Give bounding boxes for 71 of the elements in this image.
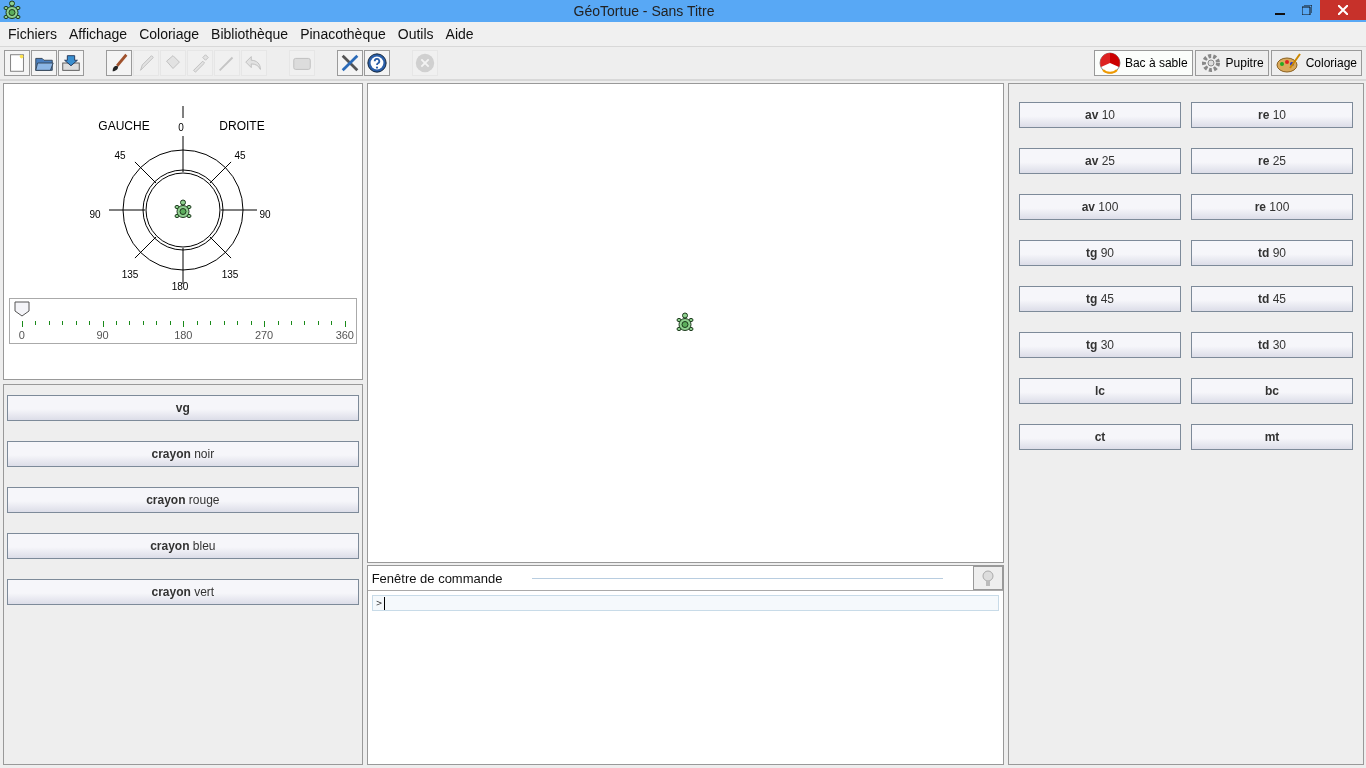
toolbar-button[interactable]: [31, 50, 57, 76]
save-icon: [60, 52, 82, 74]
close-button[interactable]: [1320, 0, 1366, 20]
command-button[interactable]: re 10: [1191, 102, 1353, 128]
toolbar-button[interactable]: [106, 50, 132, 76]
turtle-icon: [174, 200, 191, 218]
command-button[interactable]: crayon noir: [7, 441, 359, 467]
toolbar-button[interactable]: [364, 50, 390, 76]
slider-label: 270: [254, 329, 274, 341]
command-button[interactable]: re 100: [1191, 194, 1353, 220]
command-button[interactable]: bc: [1191, 378, 1353, 404]
stop-icon: [414, 52, 436, 74]
lightbulb-button[interactable]: [973, 566, 1003, 590]
palette-icon: [1275, 52, 1302, 74]
angle-label: 180: [171, 281, 189, 292]
minimize-icon: [1274, 13, 1285, 15]
command-button[interactable]: av 25: [1019, 148, 1181, 174]
close-icon: [1338, 5, 1348, 15]
command-button[interactable]: mt: [1191, 424, 1353, 450]
angle-label: 135: [121, 269, 139, 280]
right-label: DROITE: [219, 119, 265, 133]
command-button[interactable]: ct: [1019, 424, 1181, 450]
slider-label: 180: [174, 329, 193, 341]
menu-item[interactable]: Coloriage: [133, 26, 206, 42]
command-button[interactable]: crayon vert: [7, 579, 359, 605]
restore-icon: [1301, 5, 1312, 15]
gear-icon: [1199, 52, 1222, 74]
menu-item[interactable]: Bibliothèque: [205, 26, 295, 42]
menu-item[interactable]: Fichiers: [2, 26, 63, 42]
command-button[interactable]: vg: [7, 395, 359, 421]
angle-slider[interactable]: 0 90 180 270 360: [8, 298, 357, 344]
slider-label: 0: [18, 329, 25, 341]
menu-item[interactable]: Outils: [391, 26, 440, 42]
angle-label: 135: [221, 269, 239, 280]
lightbulb-icon: [980, 568, 996, 588]
angle-label: 90: [89, 209, 101, 220]
command-button[interactable]: crayon bleu: [7, 533, 359, 559]
help-icon: [366, 52, 388, 74]
toolbar-button[interactable]: [58, 50, 84, 76]
command-button[interactable]: av 100: [1019, 194, 1181, 220]
command-window-title: Fenêtre de commande: [371, 570, 503, 586]
menu-item[interactable]: Pinacothèque: [294, 26, 392, 42]
app-icon: [2, 0, 22, 22]
slider-label: 360: [335, 329, 354, 341]
command-button[interactable]: td 90: [1191, 240, 1353, 266]
command-button[interactable]: tg 45: [1019, 286, 1181, 312]
left-label: GAUCHE: [98, 119, 150, 133]
mode-button[interactable]: Coloriage: [1270, 50, 1362, 76]
menu-item[interactable]: Affichage: [63, 26, 134, 42]
command-button[interactable]: tg 90: [1019, 240, 1181, 266]
command-button[interactable]: lc: [1019, 378, 1181, 404]
angle-label: 45: [234, 150, 246, 161]
angle-label: 0: [178, 122, 184, 133]
mode-button[interactable]: Bac à sable: [1093, 50, 1193, 76]
angle-label: 45: [114, 150, 126, 161]
command-button[interactable]: re 25: [1191, 148, 1353, 174]
window-title: GéoTortue - Sans Titre: [572, 3, 716, 19]
slider-label: 90: [96, 329, 109, 341]
command-input[interactable]: >: [371, 595, 999, 611]
command-button[interactable]: td 30: [1191, 332, 1353, 358]
command-button[interactable]: tg 30: [1019, 332, 1181, 358]
command-button[interactable]: td 45: [1191, 286, 1353, 312]
mode-button[interactable]: Pupitre: [1194, 50, 1269, 76]
command-button[interactable]: av 10: [1019, 102, 1181, 128]
compass-top-tick: [182, 105, 184, 119]
ball-icon: [1098, 52, 1121, 74]
menu-item[interactable]: Aide: [439, 26, 480, 42]
slider-thumb[interactable]: [13, 301, 30, 317]
angle-label: 90: [259, 209, 271, 220]
command-button[interactable]: crayon rouge: [7, 487, 359, 513]
turtle-icon: [675, 312, 696, 334]
